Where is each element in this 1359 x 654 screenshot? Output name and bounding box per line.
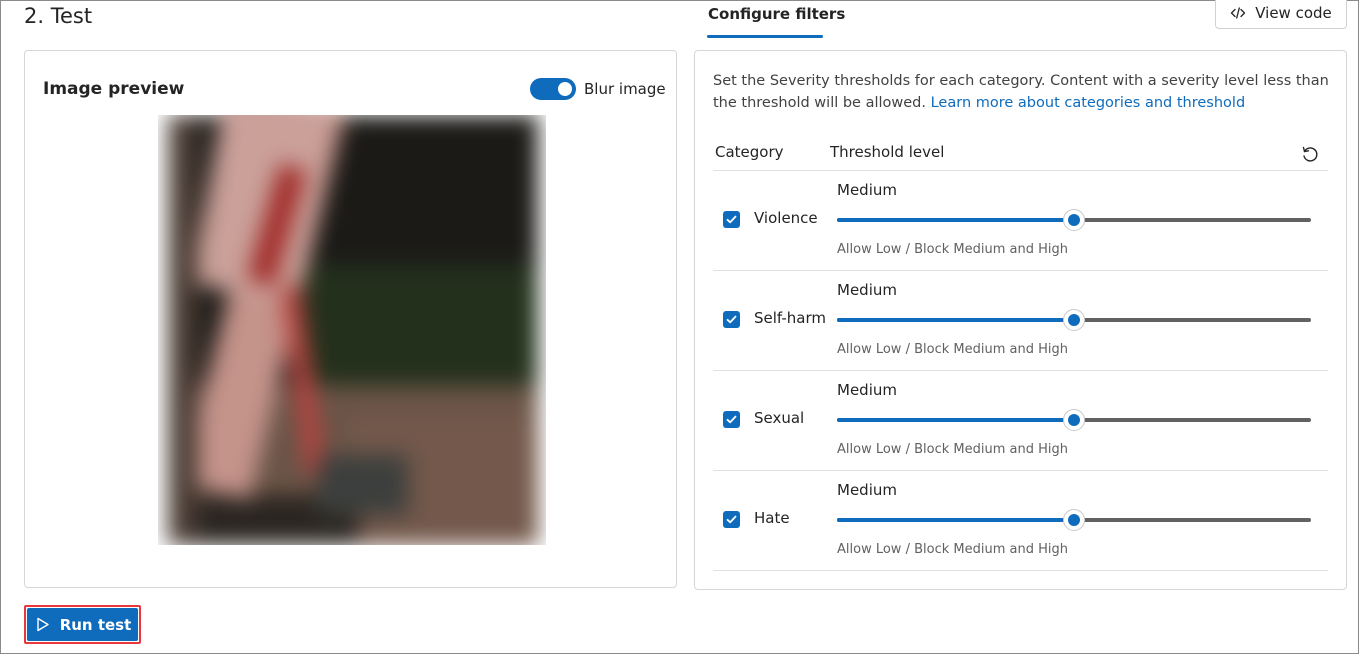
threshold-level-value: Medium bbox=[837, 181, 897, 199]
category-label: Sexual bbox=[754, 409, 805, 427]
slider-thumb[interactable] bbox=[1063, 409, 1085, 431]
threshold-slider[interactable] bbox=[837, 309, 1311, 331]
threshold-slider[interactable] bbox=[837, 509, 1311, 531]
category-checkbox[interactable] bbox=[723, 511, 740, 528]
filters-table-header: Category Threshold level bbox=[713, 141, 1328, 171]
slider-fill bbox=[837, 518, 1074, 522]
category-checkbox[interactable] bbox=[723, 311, 740, 328]
slider-fill bbox=[837, 418, 1074, 422]
code-icon bbox=[1231, 6, 1246, 19]
checkmark-icon bbox=[726, 415, 737, 424]
preview-image bbox=[158, 115, 546, 545]
blur-image-toggle[interactable] bbox=[530, 78, 576, 100]
section-title: 2. Test bbox=[24, 4, 93, 28]
filter-row: Hate Medium Allow Low / Block Medium and H… bbox=[713, 471, 1328, 571]
slider-thumb[interactable] bbox=[1063, 209, 1085, 231]
threshold-hint: Allow Low / Block Medium and High bbox=[837, 342, 1068, 357]
threshold-hint: Allow Low / Block Medium and High bbox=[837, 542, 1068, 557]
filter-row: Violence Medium Allow Low / Block Medium a… bbox=[713, 171, 1328, 271]
threshold-hint: Allow Low / Block Medium and High bbox=[837, 242, 1068, 257]
threshold-slider[interactable] bbox=[837, 209, 1311, 231]
checkmark-icon bbox=[726, 215, 737, 224]
slider-thumb[interactable] bbox=[1063, 309, 1085, 331]
learn-more-link[interactable]: Learn more about categories and threshol… bbox=[931, 95, 1246, 111]
run-test-button[interactable]: Run test bbox=[24, 605, 141, 644]
threshold-level-value: Medium bbox=[837, 381, 897, 399]
image-preview-title: Image preview bbox=[43, 79, 185, 99]
category-label: Hate bbox=[754, 509, 790, 527]
view-code-label: View code bbox=[1255, 3, 1332, 22]
checkmark-icon bbox=[726, 515, 737, 524]
threshold-column-header: Threshold level bbox=[830, 143, 945, 161]
play-icon bbox=[37, 617, 49, 632]
blurred-image-content bbox=[168, 115, 538, 545]
blur-image-label: Blur image bbox=[584, 80, 666, 98]
run-test-label: Run test bbox=[59, 615, 132, 634]
filter-row: Sexual Medium Allow Low / Block Medium and… bbox=[713, 371, 1328, 471]
threshold-hint: Allow Low / Block Medium and High bbox=[837, 442, 1068, 457]
category-checkbox[interactable] bbox=[723, 211, 740, 228]
slider-thumb[interactable] bbox=[1063, 509, 1085, 531]
category-label: Violence bbox=[754, 209, 818, 227]
configure-filters-panel: Set the Severity thresholds for each cat… bbox=[694, 50, 1347, 590]
tab-configure-filters[interactable]: Configure filters bbox=[708, 5, 845, 23]
view-code-button[interactable]: View code bbox=[1215, 0, 1347, 29]
slider-fill bbox=[837, 318, 1074, 322]
run-test-button-body: Run test bbox=[27, 608, 138, 641]
image-preview-panel: Image preview Blur image bbox=[24, 50, 677, 588]
threshold-level-value: Medium bbox=[837, 481, 897, 499]
reset-icon[interactable] bbox=[1300, 144, 1320, 164]
category-checkbox[interactable] bbox=[723, 411, 740, 428]
toggle-knob bbox=[558, 82, 572, 96]
threshold-level-value: Medium bbox=[837, 281, 897, 299]
filter-row: Self-harm Medium Allow Low / Block Medium … bbox=[713, 271, 1328, 371]
filters-description: Set the Severity thresholds for each cat… bbox=[713, 70, 1333, 114]
category-label: Self-harm bbox=[754, 309, 827, 327]
threshold-slider[interactable] bbox=[837, 409, 1311, 431]
active-tab-indicator bbox=[707, 35, 823, 38]
category-column-header: Category bbox=[715, 143, 784, 161]
checkmark-icon bbox=[726, 315, 737, 324]
slider-fill bbox=[837, 218, 1074, 222]
